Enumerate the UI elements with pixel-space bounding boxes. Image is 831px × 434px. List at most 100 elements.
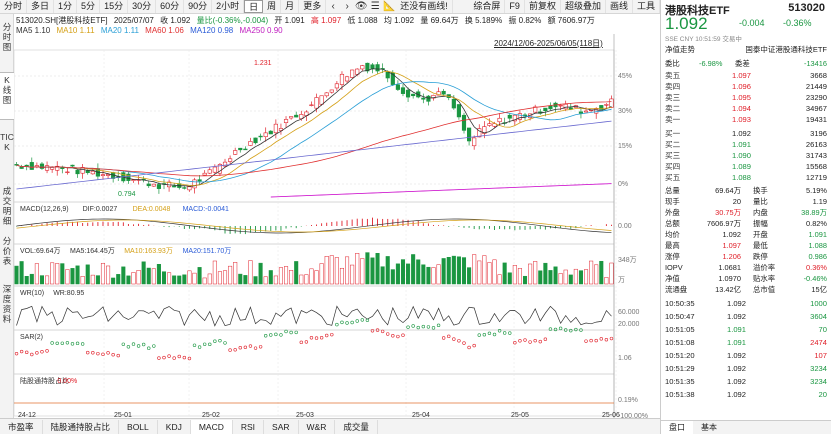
indicator-tab-7[interactable]: W&R <box>299 419 336 434</box>
left-tab-2[interactable]: TICK <box>0 130 14 178</box>
volume-bar <box>609 262 614 285</box>
period-tab-4[interactable]: 15分 <box>100 0 129 13</box>
volume-bar <box>400 259 406 285</box>
sell-row-2: 卖四 1.096 21449 <box>665 81 827 92</box>
buy-row-4: 买四 1.089 15568 <box>665 161 827 172</box>
volume-bar <box>395 263 400 285</box>
eye-icon[interactable]: 👁 <box>354 1 368 12</box>
panel-tab-0[interactable]: 盘口 <box>661 421 693 434</box>
sell-row-2-price: 1.096 <box>731 82 751 91</box>
candle-body <box>207 169 212 174</box>
candle-body <box>400 87 406 94</box>
volume-bar <box>370 257 375 285</box>
indicator-tab-2[interactable]: BOLL <box>119 419 158 434</box>
stat-value-b: -0.46% <box>803 274 827 283</box>
stat-label-b: 总市值 <box>753 285 776 294</box>
sar-dot <box>538 339 542 344</box>
sar-dot <box>452 337 456 341</box>
left-tab-3[interactable]: 成交明细 <box>0 184 14 230</box>
volume-bar <box>390 269 395 285</box>
buy-row-5-label: 买五 <box>665 173 681 182</box>
stat-row-3: 总额 7606.97万 振幅 0.82% <box>665 218 827 229</box>
volume-bar <box>416 259 421 285</box>
volume-bar <box>563 269 568 285</box>
volume-bar <box>126 275 131 285</box>
period-tab-8[interactable]: 2小时 <box>212 0 245 13</box>
wr-axis-bottom: 20.000 <box>618 321 640 328</box>
period-tab-3[interactable]: 5分 <box>77 0 101 13</box>
candle-body <box>370 64 375 69</box>
period-tab-11[interactable]: 月 <box>281 0 300 13</box>
kline-chart[interactable]: 1.231 0.794 45% 30% 15% 0% MACD(12,26,9) DIF:0.… <box>13 14 660 420</box>
period-tab-12[interactable]: 更多 <box>299 0 327 13</box>
menu-icon[interactable]: ☰ <box>368 1 382 12</box>
left-tab-1[interactable]: K线图 <box>0 72 14 120</box>
date-range[interactable]: 2024/12/06-2025/06/05(118日) <box>494 38 603 49</box>
tool-tab-3[interactable]: 超级叠加 <box>561 0 606 13</box>
period-tab-9[interactable]: 日 <box>244 0 264 13</box>
sar-dot <box>411 324 415 328</box>
sar-dot <box>574 327 578 332</box>
volume-bar <box>375 253 380 285</box>
candle-body <box>233 150 238 155</box>
price-change: -0.004 <box>739 18 765 28</box>
sar-dot <box>421 324 426 329</box>
right-axis-label: 15% <box>618 143 632 150</box>
indicator-tab-1[interactable]: 陆股通持股占比 <box>43 419 120 434</box>
sar-dot <box>106 351 110 355</box>
indicator-tab-3[interactable]: KDJ <box>158 419 191 434</box>
ma120-label: MA120 0.98 <box>190 26 234 35</box>
ruler-icon[interactable]: 📐 <box>382 1 396 12</box>
volume-bar <box>502 262 507 285</box>
candle-body <box>319 95 324 105</box>
volume-bar <box>238 273 243 285</box>
ma120-line <box>16 120 612 190</box>
period-tab-5[interactable]: 30分 <box>128 0 157 13</box>
indicator-tab-8[interactable]: 成交量 <box>335 419 378 434</box>
volume-bar <box>278 267 283 285</box>
tool-icon-b[interactable]: › <box>340 1 354 12</box>
tick-qty: 2474 <box>810 338 827 347</box>
period-tab-10[interactable]: 周 <box>263 0 282 13</box>
stat-label-b: 贴水率 <box>753 274 776 283</box>
restore-drawings-button[interactable]: 还没有画线! <box>396 0 453 13</box>
chart-area[interactable]: 1.231 0.794 45% 30% 15% 0% MACD(12,26,9) DIF:0.… <box>13 14 660 420</box>
period-tab-0[interactable]: 分时 <box>0 0 28 13</box>
tick-time: 10:51:05 <box>665 325 695 334</box>
indicator-tab-0[interactable]: 市盈率 <box>0 419 43 434</box>
period-tab-2[interactable]: 1分 <box>54 0 78 13</box>
buy-row-4-label: 买四 <box>665 162 681 171</box>
indicator-tab-5[interactable]: RSI <box>233 419 265 434</box>
tool-tab-5[interactable]: 工具 <box>633 0 660 13</box>
panel-tab-1[interactable]: 基本 <box>693 421 725 434</box>
tool-tab-1[interactable]: F9 <box>505 0 525 13</box>
buy-row-2-price: 1.091 <box>731 140 751 149</box>
chart-header: 513020.SH[港股科技ETF] 2025/07/07 收 1.092 量比… <box>16 15 599 26</box>
tool-tab-4[interactable]: 画线 <box>606 0 633 13</box>
left-tab-0[interactable]: 分时图 <box>0 20 14 52</box>
period-tab-6[interactable]: 60分 <box>156 0 185 13</box>
sell-row-5-price: 1.093 <box>731 115 751 124</box>
indicator-header-3-0: SAR(2) <box>20 334 43 341</box>
volume-bar <box>355 253 360 285</box>
tool-tab-0[interactable]: 综合屏 <box>469 0 506 13</box>
tracked-fund[interactable]: 国泰中证港股通科技ETF <box>745 44 827 55</box>
sar-dot <box>599 337 603 341</box>
indicator-tab-6[interactable]: SAR <box>264 419 299 434</box>
track-label[interactable]: 净值走势 <box>665 44 695 55</box>
left-tab-5[interactable]: 深度资料 <box>0 282 14 324</box>
volume-bar <box>446 256 451 285</box>
volume-bar <box>263 276 268 285</box>
volume-bar <box>151 268 156 285</box>
tool-icon-a[interactable]: ‹ <box>326 1 340 12</box>
sar-dot <box>157 356 161 360</box>
sar-dot <box>502 331 507 335</box>
left-tab-4[interactable]: 分价表 <box>0 234 14 276</box>
tool-tab-2[interactable]: 前复权 <box>525 0 561 13</box>
period-tab-7[interactable]: 90分 <box>184 0 213 13</box>
sar-dot <box>355 319 359 323</box>
sar-dot <box>431 326 436 330</box>
sar-dot <box>487 331 492 336</box>
indicator-tab-4[interactable]: MACD <box>190 419 233 434</box>
period-tab-1[interactable]: 多日 <box>27 0 55 13</box>
